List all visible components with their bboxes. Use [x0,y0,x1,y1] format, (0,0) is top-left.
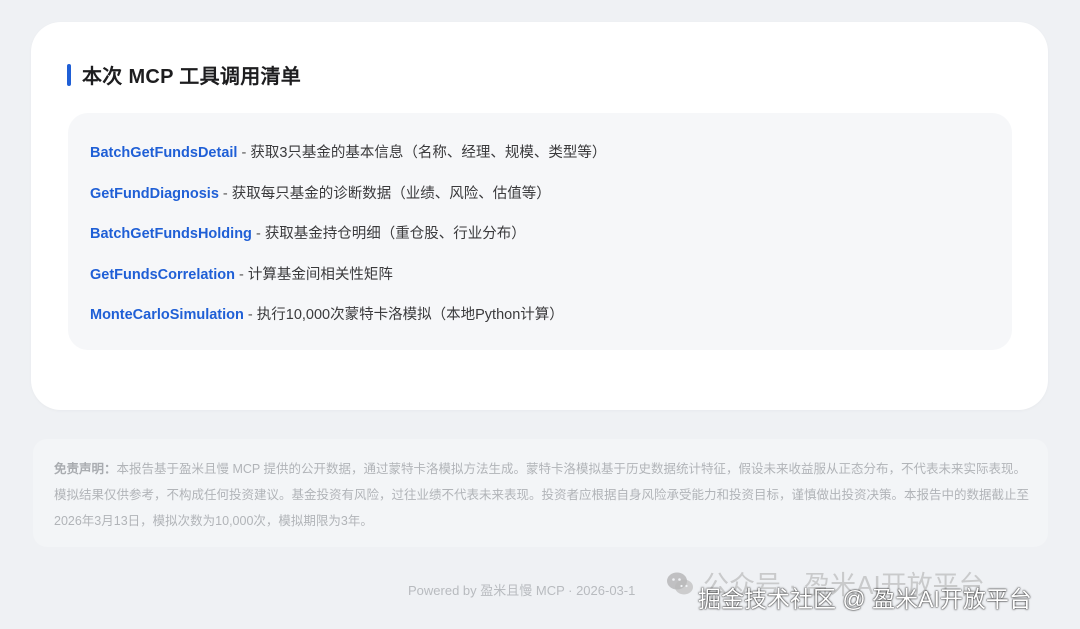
tool-name: GetFundsCorrelation [90,266,236,283]
tool-list: BatchGetFundsDetail - 获取3只基金的基本信息（名称、经理、… [90,141,606,344]
separator: - [235,266,248,283]
tool-name: BatchGetFundsHolding [90,226,252,242]
disclaimer-body: 本报告基于盈米且慢 MCP 提供的公开数据，通过蒙特卡洛模拟方法生成。蒙特卡洛模… [54,462,1030,528]
tool-description: 计算基金间相关性矩阵 [247,266,393,283]
tool-list-card: 本次 MCP 工具调用清单 BatchGetFundsDetail - 获取3只… [31,22,1048,410]
section-header: 本次 MCP 工具调用清单 [67,60,301,89]
list-item: GetFundDiagnosis - 获取每只基金的诊断数据（业绩、风险、估值等… [90,182,606,223]
tool-description: 获取每只基金的诊断数据（业绩、风险、估值等） [231,185,551,202]
watermark-juejin: 掘金技术社区 @ 盈米AI开放平台 [698,586,1032,612]
separator: - [218,185,232,202]
separator: - [243,307,257,323]
list-item: GetFundsCorrelation - 计算基金间相关性矩阵 [90,263,606,304]
tool-description: 获取基金持仓明细（重仓股、行业分布） [264,226,526,242]
separator: - [237,145,251,161]
disclaimer-box: 免责声明：本报告基于盈米且慢 MCP 提供的公开数据，通过蒙特卡洛模拟方法生成。… [33,439,1048,547]
tool-name: GetFundDiagnosis [90,185,219,202]
tool-name: BatchGetFundsDetail [90,145,238,161]
disclaimer-text: 免责声明：本报告基于盈米且慢 MCP 提供的公开数据，通过蒙特卡洛模拟方法生成。… [54,456,1029,534]
list-item: MonteCarloSimulation - 执行10,000次蒙特卡洛模拟（本… [90,303,606,344]
title-accent-bar [67,63,71,86]
tools-panel: BatchGetFundsDetail - 获取3只基金的基本信息（名称、经理、… [68,113,1012,350]
tool-name: MonteCarloSimulation [90,307,244,323]
tool-description: 获取3只基金的基本信息（名称、经理、规模、类型等） [250,145,607,161]
wechat-icon [667,572,693,594]
list-item: BatchGetFundsDetail - 获取3只基金的基本信息（名称、经理、… [90,141,606,182]
separator: - [251,226,265,242]
footer-text: Powered by 盈米且慢 MCP · 2026-03-1 [408,583,636,598]
section-title: 本次 MCP 工具调用清单 [82,66,302,88]
disclaimer-label: 免责声明： [54,462,117,476]
tool-description: 执行10,000次蒙特卡洛模拟（本地Python计算） [256,307,564,323]
list-item: BatchGetFundsHolding - 获取基金持仓明细（重仓股、行业分布… [90,222,606,263]
